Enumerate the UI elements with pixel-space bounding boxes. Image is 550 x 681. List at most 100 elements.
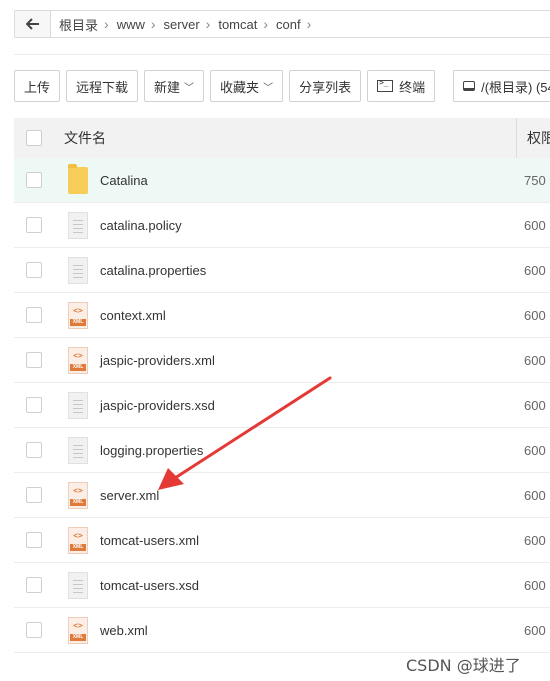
file-name[interactable]: tomcat-users.xsd — [100, 578, 199, 593]
disk-icon — [463, 81, 476, 91]
breadcrumb: 根目录 › www › server › tomcat › conf › — [51, 15, 319, 34]
xml-file-icon: <> XML — [68, 347, 88, 374]
file-name[interactable]: web.xml — [100, 623, 148, 638]
terminal-button[interactable]: 终端 — [367, 70, 436, 102]
xml-icon-label: XML — [70, 544, 86, 551]
chevron-right-icon: › — [306, 16, 312, 32]
file-permission: 600 , — [524, 262, 550, 278]
table-row[interactable]: tomcat-users.xsd 600 , — [14, 563, 550, 608]
disk-label: /(根目录) (54G — [481, 79, 550, 95]
document-icon — [68, 392, 88, 419]
row-checkbox[interactable] — [26, 217, 42, 233]
file-permission: 600 , — [524, 487, 550, 503]
xml-icon-label: XML — [70, 499, 86, 506]
row-checkbox[interactable] — [26, 262, 42, 278]
xml-icon-label: XML — [70, 364, 86, 371]
watermark: CSDN @球进了 — [406, 656, 521, 675]
table-row[interactable]: jaspic-providers.xsd 600 , — [14, 383, 550, 428]
row-checkbox[interactable] — [26, 532, 42, 548]
chevron-right-icon: › — [104, 16, 109, 32]
terminal-icon — [377, 78, 394, 92]
table-row[interactable]: catalina.policy 600 , — [14, 203, 550, 248]
file-permission: 600 , — [524, 577, 550, 593]
table-row[interactable]: Catalina 750 , — [14, 158, 550, 203]
table-row[interactable]: <>XML server.xml 600 , — [14, 473, 550, 518]
favorites-label: 收藏夹 — [220, 79, 260, 95]
file-permission: 600 , — [524, 352, 550, 368]
remote-download-button[interactable]: 远程下载 — [66, 70, 139, 102]
table-row[interactable]: <>XML jaspic-providers.xml 600 , — [14, 338, 550, 383]
table-header: 文件名 权限 — [14, 118, 550, 158]
file-name[interactable]: Catalina — [100, 173, 148, 188]
share-list-label: 分享列表 — [299, 79, 352, 95]
table-row[interactable]: <>XML tomcat-users.xml 600 , — [14, 518, 550, 563]
file-permission: 750 , — [524, 172, 550, 188]
file-permission: 600 , — [524, 442, 550, 458]
file-permission: 600 , — [524, 532, 550, 548]
xml-file-icon: <> XML — [68, 302, 88, 329]
breadcrumb-item-tomcat[interactable]: tomcat — [218, 17, 263, 32]
folder-icon — [68, 164, 88, 194]
table-row[interactable]: catalina.properties 600 , — [14, 248, 550, 293]
breadcrumb-item-www[interactable]: www — [117, 17, 151, 32]
xml-file-icon: <> XML — [68, 527, 88, 554]
upload-label: 上传 — [24, 79, 51, 95]
file-permission: 600 , — [524, 397, 550, 413]
file-name[interactable]: jaspic-providers.xsd — [100, 398, 215, 413]
column-header-name[interactable]: 文件名 — [64, 128, 106, 148]
file-name[interactable]: catalina.properties — [100, 263, 206, 278]
xml-icon-label: XML — [70, 319, 86, 326]
document-icon — [68, 212, 88, 239]
row-checkbox[interactable] — [26, 487, 42, 503]
row-checkbox[interactable] — [26, 442, 42, 458]
row-checkbox[interactable] — [26, 577, 42, 593]
new-label: 新建 — [154, 79, 181, 95]
file-name[interactable]: jaspic-providers.xml — [100, 353, 215, 368]
file-name[interactable]: server.xml — [100, 488, 159, 503]
chevron-down-icon: ﹀ — [184, 82, 195, 94]
toolbar: 上传 远程下载 新建﹀ 收藏夹﹀ 分享列表 终端 /(根目录) (54G — [14, 70, 550, 102]
select-all-checkbox[interactable] — [26, 130, 42, 146]
row-checkbox[interactable] — [26, 352, 42, 368]
file-name[interactable]: catalina.policy — [100, 218, 182, 233]
document-icon — [68, 437, 88, 464]
breadcrumb-item-root[interactable]: 根目录 — [59, 15, 104, 34]
breadcrumb-item-conf[interactable]: conf — [276, 17, 307, 32]
disk-button[interactable]: /(根目录) (54G — [453, 70, 550, 102]
divider — [14, 54, 550, 55]
file-permission: 600 , — [524, 307, 550, 323]
arrow-left-icon — [25, 18, 39, 30]
file-name[interactable]: tomcat-users.xml — [100, 533, 199, 548]
column-header-permission[interactable]: 权限 — [516, 118, 550, 158]
row-checkbox[interactable] — [26, 622, 42, 638]
share-list-button[interactable]: 分享列表 — [289, 70, 362, 102]
table-row[interactable]: logging.properties 600 , — [14, 428, 550, 473]
file-permission: 600 , — [524, 622, 550, 638]
favorites-button[interactable]: 收藏夹 ﹀ — [210, 70, 284, 102]
breadcrumb-bar: 根目录 › www › server › tomcat › conf › — [14, 10, 550, 38]
xml-file-icon: <> XML — [68, 482, 88, 509]
terminal-label: 终端 — [399, 79, 426, 95]
row-checkbox[interactable] — [26, 397, 42, 413]
upload-button[interactable]: 上传 — [14, 70, 61, 102]
back-button[interactable] — [15, 11, 51, 37]
table-row[interactable]: <>XML web.xml 600 , — [14, 608, 550, 653]
file-permission: 600 , — [524, 217, 550, 233]
file-name[interactable]: logging.properties — [100, 443, 203, 458]
row-checkbox[interactable] — [26, 172, 42, 188]
file-name[interactable]: context.xml — [100, 308, 166, 323]
chevron-down-icon: ﹀ — [263, 82, 274, 94]
breadcrumb-item-server[interactable]: server — [164, 17, 206, 32]
chevron-right-icon: › — [205, 16, 211, 32]
document-icon — [68, 572, 88, 599]
xml-icon-label: XML — [70, 634, 86, 641]
document-icon — [68, 257, 88, 284]
table-row[interactable]: <>XML context.xml 600 , — [14, 293, 550, 338]
chevron-right-icon: › — [263, 16, 269, 32]
file-table: 文件名 权限 Catalina 750 , catalina.policy 60… — [14, 118, 550, 653]
chevron-right-icon: › — [150, 16, 156, 32]
remote-download-label: 远程下载 — [76, 79, 129, 95]
new-button[interactable]: 新建 ﹀ — [144, 70, 205, 102]
row-checkbox[interactable] — [26, 307, 42, 323]
xml-file-icon: <> XML — [68, 617, 88, 644]
